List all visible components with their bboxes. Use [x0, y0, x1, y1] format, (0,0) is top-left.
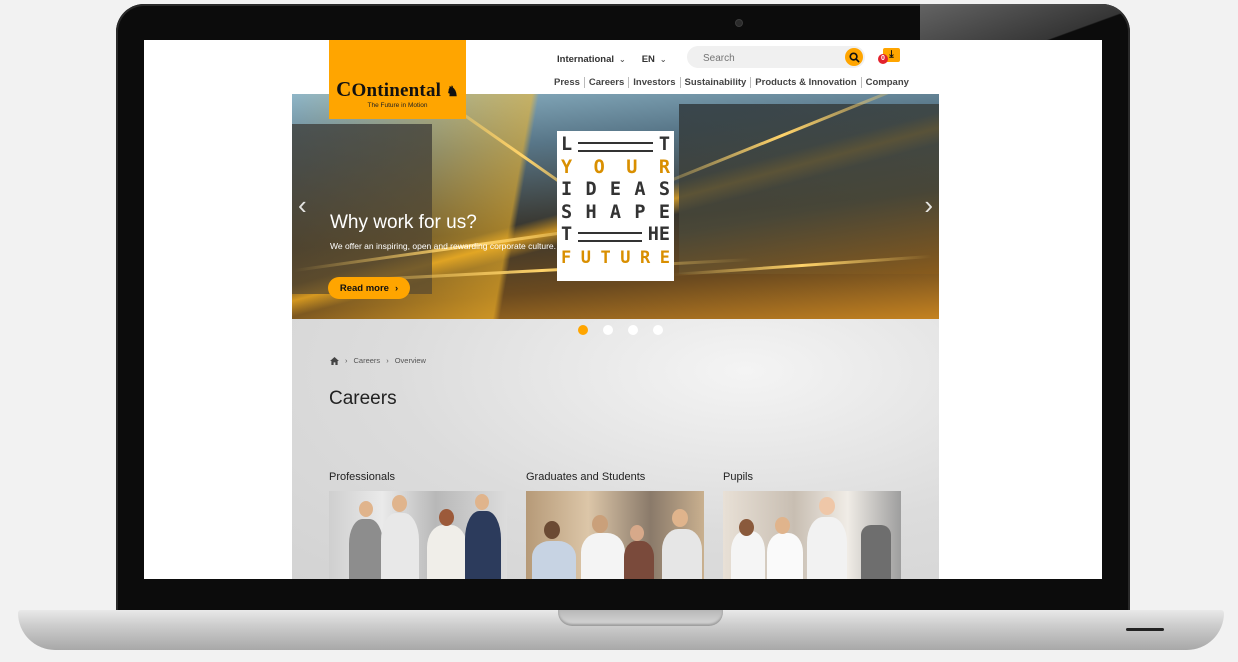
carousel-next-arrow[interactable]: ›	[924, 190, 933, 221]
person-head	[392, 495, 407, 512]
person-figure	[465, 511, 501, 579]
downloads-button[interactable]: ⤓ 0	[878, 46, 900, 64]
hero-title: Why work for us?	[330, 212, 477, 233]
person-head	[475, 494, 489, 510]
poster-rule	[578, 142, 653, 152]
person-head	[819, 497, 835, 515]
person-head	[630, 525, 644, 541]
nav-investors[interactable]: Investors	[628, 77, 679, 88]
nav-products-innovation[interactable]: Products & Innovation	[750, 77, 860, 88]
person-head	[775, 517, 790, 534]
carousel-dot-3[interactable]	[628, 325, 638, 335]
international-label: International	[557, 53, 615, 65]
carousel-dot-4[interactable]	[653, 325, 663, 335]
breadcrumb: › Careers › Overview	[330, 356, 426, 365]
laptop-notch	[558, 610, 723, 626]
person-figure	[731, 531, 765, 579]
header-utility-bar: International ⌄ EN ⌄	[557, 50, 683, 68]
breadcrumb-separator: ›	[345, 356, 348, 365]
carousel-prev-arrow[interactable]: ‹	[298, 190, 307, 221]
logo-tagline: The Future in Motion	[367, 102, 428, 109]
page-title: Careers	[329, 388, 397, 409]
card-title: Professionals	[329, 471, 396, 483]
home-icon[interactable]	[330, 356, 339, 365]
poster-line: S H A P E	[561, 201, 670, 223]
logo-word: Ontinental	[351, 80, 442, 101]
person-head	[544, 521, 560, 539]
read-more-button[interactable]: Read more ›	[328, 277, 410, 299]
carousel-dot-1[interactable]	[578, 325, 588, 335]
graduates-image[interactable]	[526, 491, 704, 579]
chevron-down-icon: ⌄	[619, 54, 626, 64]
search-button[interactable]	[845, 48, 863, 66]
nav-sustainability[interactable]: Sustainability	[679, 77, 751, 88]
poster-rule	[578, 232, 642, 242]
person-figure	[581, 533, 625, 579]
language-label: EN	[641, 53, 655, 65]
card-graduates-students[interactable]: Graduates and Students	[526, 471, 704, 579]
chevron-right-icon: ›	[394, 282, 399, 294]
search-box	[687, 46, 865, 68]
poster-line: F U T U R E	[561, 247, 670, 268]
laptop-base	[18, 610, 1224, 650]
logo-c-mark: C	[336, 77, 352, 101]
international-dropdown[interactable]: International ⌄	[557, 54, 626, 65]
poster-line: L T	[561, 134, 670, 155]
person-figure	[427, 525, 467, 579]
nav-press[interactable]: Press	[554, 77, 584, 88]
breadcrumb-overview: Overview	[394, 356, 426, 365]
breadcrumb-careers[interactable]: Careers	[354, 356, 381, 365]
person-head	[439, 509, 454, 526]
person-head	[739, 519, 754, 536]
search-icon	[848, 51, 860, 63]
horse-icon: ♞	[446, 85, 459, 100]
read-more-label: Read more	[339, 282, 389, 294]
breadcrumb-separator: ›	[386, 356, 389, 365]
person-head	[359, 501, 373, 517]
professionals-image[interactable]	[329, 491, 507, 579]
hero-poster: L T Y O U R I D E A S S H A P E T H E F …	[557, 131, 674, 281]
language-dropdown[interactable]: EN ⌄	[642, 54, 667, 65]
card-professionals[interactable]: Professionals	[329, 471, 507, 579]
hero-building-right	[679, 104, 939, 274]
hero-text: We offer an inspiring, open and rewardin…	[330, 241, 557, 251]
person-figure	[381, 513, 419, 579]
person-head	[672, 509, 688, 527]
card-title: Pupils	[723, 471, 753, 483]
microscope-shape	[861, 525, 891, 579]
browser-screen: COntinental ♞ The Future in Motion Inter…	[144, 40, 1102, 579]
nav-company[interactable]: Company	[860, 77, 913, 88]
person-figure	[807, 517, 847, 579]
nav-careers[interactable]: Careers	[583, 77, 628, 88]
chevron-down-icon: ⌄	[659, 54, 667, 64]
downloads-count-badge: 0	[878, 54, 888, 64]
person-figure	[624, 541, 654, 579]
person-figure	[532, 541, 576, 579]
card-title: Graduates and Students	[526, 471, 646, 483]
main-navigation: Press Careers Investors Sustainability P…	[554, 77, 913, 88]
card-pupils[interactable]: Pupils	[723, 471, 901, 579]
person-head	[592, 515, 608, 533]
person-figure	[767, 533, 803, 579]
poster-line: I D E A S	[561, 179, 670, 200]
carousel-pagination	[578, 325, 663, 335]
camera-icon	[736, 20, 742, 26]
pupils-image[interactable]	[723, 491, 901, 579]
poster-line: Y O U R	[561, 156, 670, 178]
carousel-dot-2[interactable]	[603, 325, 613, 335]
hero-carousel: L T Y O U R I D E A S S H A P E T H E F …	[292, 94, 939, 319]
continental-logo[interactable]: COntinental ♞ The Future in Motion	[329, 40, 466, 119]
search-input[interactable]	[701, 49, 835, 67]
person-figure	[662, 529, 702, 579]
person-figure	[349, 519, 383, 579]
laptop-slot	[1126, 628, 1164, 631]
poster-line: T H E	[561, 224, 670, 245]
